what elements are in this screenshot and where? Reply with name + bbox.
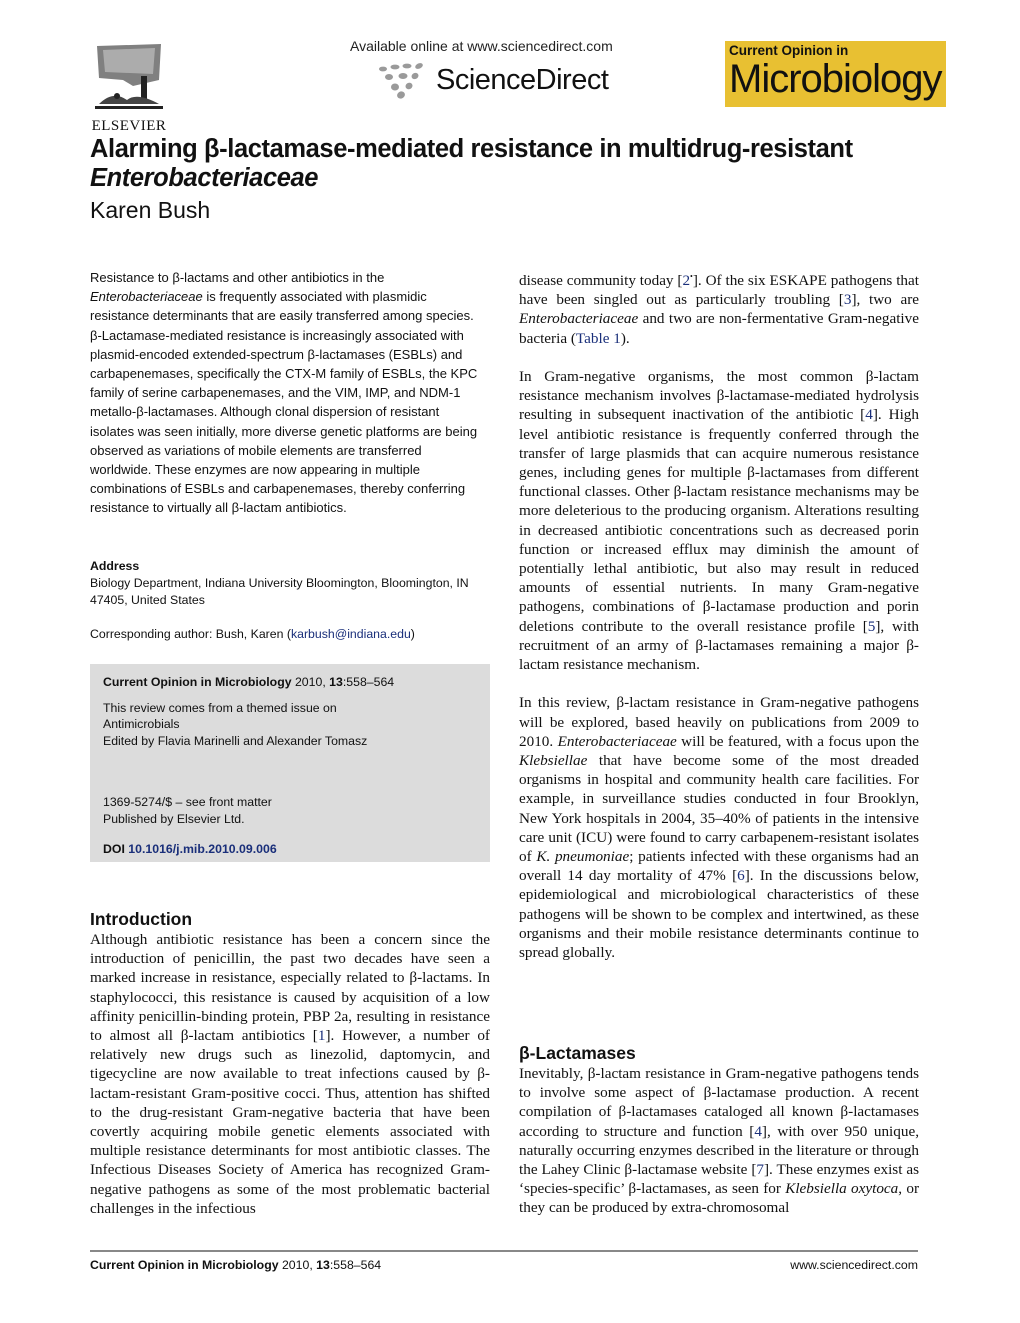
body-text-span: will be featured, with a focus upon the	[676, 732, 920, 750]
italic-term: Enterobacteriaceae	[519, 310, 639, 328]
body-text-span: ).	[620, 329, 630, 347]
footer-divider	[90, 1250, 918, 1252]
right-column-text: disease community today [2•]. Of the six…	[519, 267, 919, 981]
issn-line: 1369-5274/$ – see front matter	[103, 795, 272, 809]
footer-volume: 13	[316, 1258, 330, 1272]
body-text-span: In Gram-negative organisms, the most com…	[519, 368, 919, 424]
elsevier-tree-icon	[93, 40, 165, 112]
journal-badge[interactable]: Current Opinion in Microbiology	[725, 41, 946, 107]
themed-issue-line: This review comes from a themed issue on	[103, 700, 337, 715]
corresponding-author-prefix: Corresponding author: Bush, Karen (	[90, 627, 291, 641]
address-block: Address Biology Department, Indiana Univ…	[90, 558, 490, 643]
box-citation: Current Opinion in Microbiology 2010, 13…	[103, 674, 483, 691]
footer-citation: Current Opinion in Microbiology 2010, 13…	[90, 1258, 381, 1272]
doi-label: DOI	[103, 842, 125, 856]
abstract-italic-term: Enterobacteriaceae	[90, 289, 203, 305]
paragraph: In Gram-negative organisms, the most com…	[519, 367, 919, 674]
elsevier-logo[interactable]: ELSEVIER	[90, 40, 168, 134]
abstract: Resistance to β-lactams and other antibi…	[90, 268, 480, 518]
box-journal-name: Current Opinion in Microbiology	[103, 675, 292, 689]
beta-lactamases-heading: β-Lactamases	[519, 1043, 636, 1063]
footer-journal: Current Opinion in Microbiology	[90, 1258, 279, 1272]
author-email-link[interactable]: karbush@indiana.edu	[291, 627, 411, 641]
themed-issue-name: Antimicrobials	[103, 717, 180, 731]
corresponding-author: Corresponding author: Bush, Karen (karbu…	[90, 626, 490, 643]
available-online-text: Available online at www.sciencedirect.co…	[350, 38, 613, 54]
body-text-span: ]. However, a number of relatively new d…	[90, 1027, 490, 1217]
body-text-span: ], two are	[851, 291, 919, 309]
abstract-text: Resistance to β-lactams and other antibi…	[90, 270, 385, 285]
paragraph: In this review, β-lactam resistance in G…	[519, 693, 919, 962]
address-label: Address	[90, 559, 140, 573]
introduction-heading: Introduction	[90, 909, 193, 929]
doi-link[interactable]: 10.1016/j.mib.2010.09.006	[128, 842, 276, 856]
sciencedirect-wordmark: ScienceDirect	[436, 63, 609, 96]
italic-term: K. pneu­moniae	[536, 848, 630, 866]
italic-term: Klebsiella oxy­toca	[785, 1180, 899, 1198]
address-text: Biology Department, Indiana University B…	[90, 576, 469, 607]
ref-link-7[interactable]: 7	[756, 1161, 764, 1178]
abstract-text: is frequently associated with plasmidic …	[90, 289, 478, 516]
box-volume: 13	[329, 675, 343, 689]
article-title-line1: Alarming β-lactamase-mediated resistance…	[90, 135, 853, 163]
article-title: Alarming β-lactamase-mediated resistance…	[90, 135, 950, 193]
introduction-text: Although antibiotic resistance has been …	[90, 930, 490, 1218]
journal-badge-line1: Current Opinion in	[729, 43, 849, 58]
ref-link-4[interactable]: 4	[865, 406, 873, 423]
doi-line: DOI 10.1016/j.mib.2010.09.006	[103, 841, 277, 858]
paragraph: disease community today [2•]. Of the six…	[519, 267, 919, 348]
publisher-line: Published by Elsevier Ltd.	[103, 811, 245, 826]
article-title-line2: Enterobacteriaceae	[90, 164, 319, 192]
footer-year: 2010,	[278, 1258, 317, 1272]
body-text-span: disease community today [	[519, 272, 683, 289]
box-pages: :558–564	[342, 675, 395, 689]
ref-link-4[interactable]: 4	[754, 1123, 762, 1140]
beta-lactamases-text: Inevitably, β-lactam resistance in Gram-…	[519, 1064, 919, 1218]
table-1-link[interactable]: Table 1	[576, 330, 621, 347]
elsevier-wordmark: ELSEVIER	[91, 118, 167, 134]
corresponding-author-suffix: )	[410, 627, 415, 641]
italic-term: Klebsiellae	[519, 752, 588, 770]
journal-badge-line2: Microbiology	[729, 57, 943, 101]
box-year: 2010,	[291, 675, 330, 689]
footer-pages: :558–564	[329, 1258, 382, 1272]
body-text-span: ]. High level antibiotic resistance is f…	[519, 406, 919, 635]
sciencedirect-dots-icon	[379, 63, 423, 99]
article-info-box: Current Opinion in Microbiology 2010, 13…	[90, 664, 490, 862]
footer-website-link[interactable]: www.sciencedirect.com	[790, 1258, 918, 1272]
sciencedirect-logo[interactable]: ScienceDirect	[375, 60, 609, 100]
italic-term: Enterobacteriaceae	[557, 732, 677, 750]
edited-by: Edited by Flavia Marinelli and Alexander…	[103, 733, 368, 748]
ref-link-2[interactable]: 2	[682, 272, 690, 289]
ref-link-6[interactable]: 6	[737, 867, 745, 884]
article-author: Karen Bush	[90, 197, 211, 223]
